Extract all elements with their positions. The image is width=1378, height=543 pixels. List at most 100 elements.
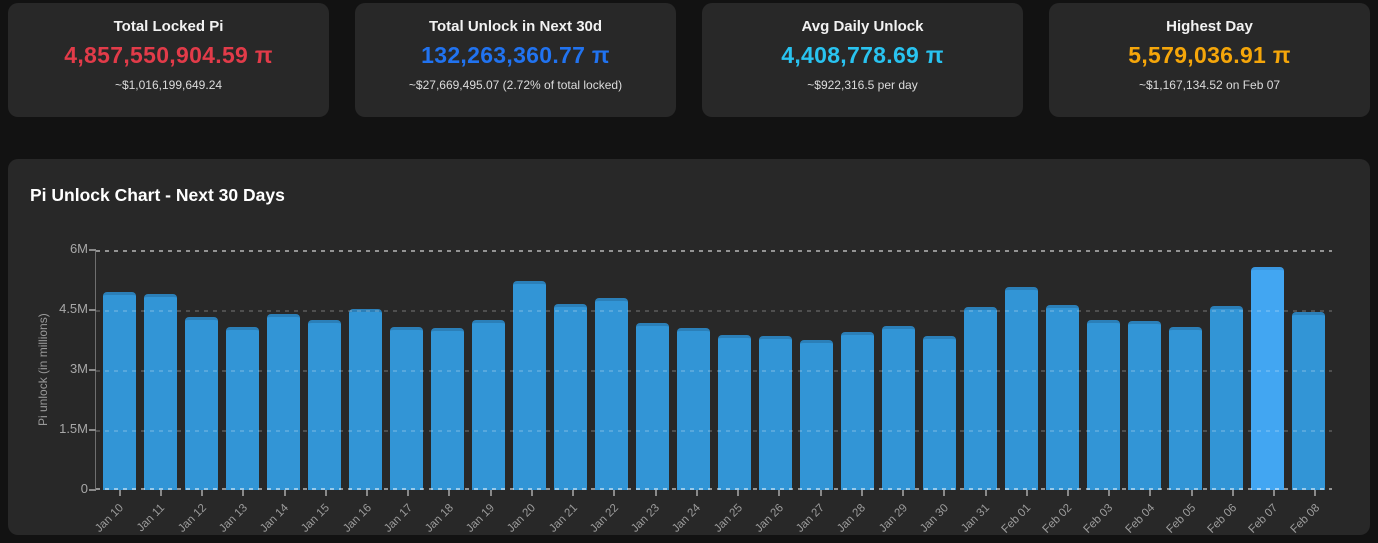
x-tick-mark (613, 490, 615, 496)
x-tick-label: Feb 06 (1206, 502, 1240, 536)
x-tick-mark (943, 490, 945, 496)
bar-feb-03[interactable] (1087, 320, 1120, 490)
x-tick-label: Jan 22 (588, 502, 621, 535)
bar-feb-08[interactable] (1292, 312, 1325, 490)
x-tick-mark (1067, 490, 1069, 496)
x-tick-label: Jan 11 (135, 502, 167, 534)
x-tick-mark (1314, 490, 1316, 496)
bar-jan-14[interactable] (267, 314, 300, 490)
x-tick-mark (1273, 490, 1275, 496)
bar-jan-30[interactable] (923, 336, 956, 490)
bar-jan-23[interactable] (636, 323, 669, 490)
card-highest-day: Highest Day 5,579,036.91 π ~$1,167,134.5… (1049, 3, 1370, 117)
x-tick-mark (655, 490, 657, 496)
card-total-unlock-30d: Total Unlock in Next 30d 132,263,360.77 … (355, 3, 676, 117)
y-tick-mark (89, 489, 96, 491)
x-tick-label: Jan 14 (258, 502, 291, 535)
x-tick-mark (284, 490, 286, 496)
bar-jan-12[interactable] (185, 317, 218, 490)
x-tick-mark (119, 490, 121, 496)
x-tick-label: Feb 04 (1123, 502, 1157, 536)
gridline (96, 430, 1332, 432)
x-tick-mark (861, 490, 863, 496)
card-value: 132,263,360.77 π (355, 42, 676, 69)
x-tick-mark (820, 490, 822, 496)
x-tick-label: Jan 23 (629, 502, 662, 535)
gridline (96, 310, 1332, 312)
y-tick-mark (89, 369, 96, 371)
bar-jan-27[interactable] (800, 340, 833, 490)
x-tick-mark (490, 490, 492, 496)
x-tick-label: Jan 16 (341, 502, 374, 535)
card-title: Highest Day (1049, 18, 1370, 35)
x-tick-label: Jan 30 (918, 502, 951, 535)
x-tick-mark (1108, 490, 1110, 496)
bar-jan-20[interactable] (513, 281, 546, 490)
card-subtitle: ~$1,016,199,649.24 (8, 78, 329, 92)
bar-jan-31[interactable] (964, 307, 997, 490)
x-tick-mark (242, 490, 244, 496)
bar-feb-06[interactable] (1210, 306, 1243, 490)
x-tick-label: Jan 20 (506, 502, 539, 535)
bar-jan-16[interactable] (349, 309, 382, 490)
bar-jan-13[interactable] (226, 327, 259, 490)
bar-feb-02[interactable] (1046, 305, 1079, 490)
y-tick-mark (89, 249, 96, 251)
bar-feb-05[interactable] (1169, 327, 1202, 490)
x-tick-label: Jan 26 (753, 502, 786, 535)
bar-feb-07[interactable] (1251, 267, 1284, 490)
x-tick-label: Feb 01 (999, 502, 1033, 536)
card-subtitle: ~$27,669,495.07 (2.72% of total locked) (355, 78, 676, 92)
x-tick-label: Jan 18 (423, 502, 456, 535)
card-value: 4,408,778.69 π (702, 42, 1023, 69)
bar-jan-21[interactable] (554, 304, 587, 490)
y-tick-label: 0 (16, 481, 88, 496)
x-tick-mark (201, 490, 203, 496)
card-subtitle: ~$1,167,134.52 on Feb 07 (1049, 78, 1370, 92)
x-axis-labels: Jan 10Jan 11Jan 12Jan 13Jan 14Jan 15Jan … (95, 499, 1338, 539)
bar-jan-11[interactable] (144, 294, 177, 490)
x-tick-mark (448, 490, 450, 496)
x-tick-label: Jan 25 (712, 502, 745, 535)
x-tick-label: Jan 12 (176, 502, 209, 535)
x-tick-mark (1149, 490, 1151, 496)
bar-jan-22[interactable] (595, 298, 628, 490)
y-tick-mark (89, 309, 96, 311)
x-tick-label: Jan 31 (959, 502, 992, 535)
x-tick-label: Jan 13 (217, 502, 250, 535)
bar-jan-15[interactable] (308, 320, 341, 490)
x-tick-label: Jan 28 (835, 502, 868, 535)
card-avg-daily-unlock: Avg Daily Unlock 4,408,778.69 π ~$922,31… (702, 3, 1023, 117)
y-tick-mark (89, 429, 96, 431)
x-tick-label: Feb 08 (1288, 502, 1322, 536)
bar-jan-26[interactable] (759, 336, 792, 490)
card-value: 5,579,036.91 π (1049, 42, 1370, 69)
x-tick-label: Jan 10 (93, 502, 126, 535)
bar-jan-19[interactable] (472, 320, 505, 490)
bar-jan-28[interactable] (841, 332, 874, 490)
x-tick-mark (1191, 490, 1193, 496)
y-tick-label: 3M (16, 361, 88, 376)
bar-jan-24[interactable] (677, 328, 710, 490)
bar-jan-17[interactable] (390, 327, 423, 490)
x-tick-label: Jan 29 (877, 502, 910, 535)
x-axis-ticks (95, 490, 1338, 496)
card-title: Total Unlock in Next 30d (355, 18, 676, 35)
gridline (96, 250, 1332, 252)
card-total-locked: Total Locked Pi 4,857,550,904.59 π ~$1,0… (8, 3, 329, 117)
bar-jan-10[interactable] (103, 292, 136, 490)
bar-jan-25[interactable] (718, 335, 751, 490)
x-tick-mark (1232, 490, 1234, 496)
bar-feb-04[interactable] (1128, 321, 1161, 490)
x-tick-label: Feb 02 (1041, 502, 1075, 536)
bar-jan-29[interactable] (882, 326, 915, 490)
y-tick-label: 6M (16, 241, 88, 256)
y-tick-label: 1.5M (16, 421, 88, 436)
x-tick-label: Jan 21 (547, 502, 580, 535)
bar-feb-01[interactable] (1005, 287, 1038, 490)
bar-jan-18[interactable] (431, 328, 464, 490)
x-tick-label: Jan 17 (382, 502, 415, 535)
x-tick-mark (407, 490, 409, 496)
stat-cards-row: Total Locked Pi 4,857,550,904.59 π ~$1,0… (8, 3, 1370, 117)
card-value: 4,857,550,904.59 π (8, 42, 329, 69)
